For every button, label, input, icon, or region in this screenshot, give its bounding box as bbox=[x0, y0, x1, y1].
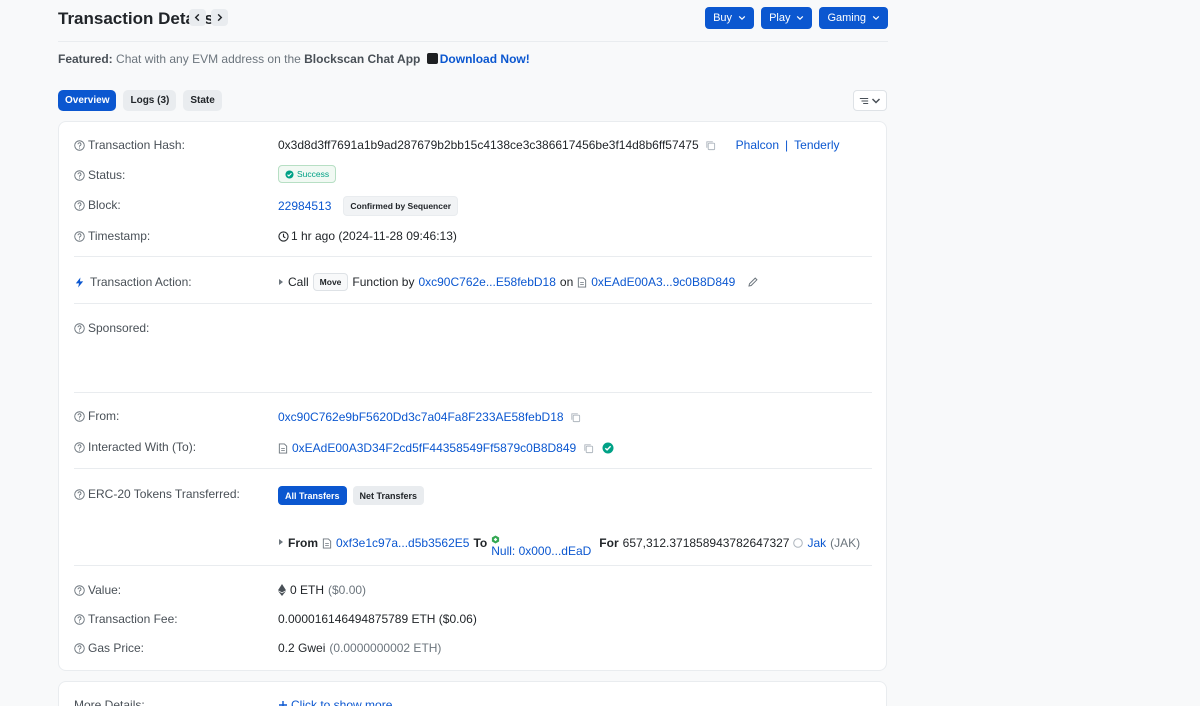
tenderly-link[interactable]: Tenderly bbox=[794, 138, 839, 152]
copy-icon[interactable] bbox=[570, 412, 581, 423]
tx-hash-row: 0x3d8d3ff7691a1b9ad287679b2bb15c4138ce3c… bbox=[278, 138, 840, 152]
divider bbox=[74, 256, 872, 257]
question-circle-icon bbox=[74, 584, 85, 596]
show-more-link[interactable]: Click to show more bbox=[278, 698, 392, 706]
all-transfers-pill[interactable]: All Transfers bbox=[278, 486, 347, 505]
question-circle-icon bbox=[74, 410, 85, 422]
contract-file-icon bbox=[322, 538, 332, 549]
action-contract-link[interactable]: 0xEAdE00A3...9c0B8D849 bbox=[591, 275, 735, 289]
verified-check-icon bbox=[602, 442, 614, 454]
block-number-link[interactable]: 22984513 bbox=[278, 199, 331, 213]
featured-banner: Featured: Chat with any EVM address on t… bbox=[58, 52, 530, 66]
prev-tx-button[interactable] bbox=[189, 9, 206, 26]
method-badge: Move bbox=[312, 273, 349, 291]
tx-hash-value: 0x3d8d3ff7691a1b9ad287679b2bb15c4138ce3c… bbox=[278, 138, 699, 152]
contract-file-icon bbox=[278, 442, 288, 454]
question-circle-icon bbox=[74, 139, 85, 151]
edit-pencil-icon[interactable] bbox=[747, 276, 759, 288]
divider bbox=[74, 392, 872, 393]
chevron-left-icon bbox=[194, 13, 200, 22]
chevron-right-icon bbox=[217, 13, 223, 22]
erc20-from-link[interactable]: 0xf3e1c97a...d5b3562E5 bbox=[336, 536, 469, 550]
buy-button[interactable]: Buy bbox=[705, 7, 755, 29]
erc20-label: ERC-20 Tokens Transferred: bbox=[74, 487, 240, 501]
chevron-down-icon bbox=[872, 15, 880, 21]
divider bbox=[74, 303, 872, 304]
erc20-amount: 657,312.371858943782647327 bbox=[622, 536, 790, 550]
null-address-icon bbox=[492, 535, 500, 544]
fee-row: 0.000016146494875789 ETH ($0.06) bbox=[278, 612, 477, 626]
fee-label: Transaction Fee: bbox=[74, 612, 178, 626]
net-transfers-pill[interactable]: Net Transfers bbox=[352, 486, 425, 505]
copy-icon[interactable] bbox=[583, 443, 594, 454]
next-tx-button[interactable] bbox=[211, 9, 228, 26]
divider bbox=[74, 565, 872, 566]
to-address-link[interactable]: 0xEAdE00A3D34F2cd5fF44358549Ff5879c0B8D8… bbox=[292, 441, 576, 455]
divider bbox=[74, 468, 872, 469]
value-row: 0 ETH ($0.00) bbox=[278, 583, 366, 597]
tab-overview[interactable]: Overview bbox=[58, 90, 117, 111]
action-from-link[interactable]: 0xc90C762e...E58febD18 bbox=[418, 275, 555, 289]
tx-action-row: Call Move Function by 0xc90C762e...E58fe… bbox=[278, 273, 759, 291]
status-row: Success bbox=[278, 165, 337, 183]
more-details-label: More Details: bbox=[74, 698, 145, 706]
value-label: Value: bbox=[74, 583, 121, 597]
sponsored-label: Sponsored: bbox=[74, 321, 149, 335]
caret-right-icon bbox=[279, 539, 283, 545]
sequencer-badge: Confirmed by Sequencer bbox=[343, 196, 458, 216]
tx-hash-label: Transaction Hash: bbox=[74, 138, 185, 152]
status-badge: Success bbox=[278, 165, 337, 183]
from-label: From: bbox=[74, 409, 119, 423]
erc20-transfer-row: From 0xf3e1c97a...d5b3562E5 To Null: 0x0… bbox=[278, 522, 860, 558]
question-circle-icon bbox=[74, 488, 85, 500]
list-filter-icon bbox=[859, 97, 869, 104]
play-button[interactable]: Play bbox=[761, 7, 813, 29]
gas-row: 0.2 Gwei (0.0000000002 ETH) bbox=[278, 641, 442, 655]
status-label: Status: bbox=[74, 168, 125, 182]
token-link[interactable]: Jak bbox=[807, 536, 826, 550]
plus-icon bbox=[279, 701, 287, 706]
chevron-down-icon bbox=[871, 97, 881, 104]
timestamp-row: 1 hr ago (2024-11-28 09:46:13) bbox=[278, 229, 457, 243]
block-label: Block: bbox=[74, 198, 121, 212]
from-row: 0xc90C762e9bF5620Dd3c7a04Fa8F233AE58febD… bbox=[278, 410, 581, 424]
chevron-down-icon bbox=[797, 15, 804, 21]
gas-label: Gas Price: bbox=[74, 641, 144, 655]
from-address-link[interactable]: 0xc90C762e9bF5620Dd3c7a04Fa8F233AE58febD… bbox=[278, 410, 564, 424]
timestamp-label: Timestamp: bbox=[74, 229, 150, 243]
question-circle-icon bbox=[74, 230, 85, 242]
phalcon-link[interactable]: Phalcon bbox=[736, 138, 779, 152]
to-label: Interacted With (To): bbox=[74, 440, 196, 454]
more-details-card bbox=[58, 681, 887, 706]
chevron-down-icon bbox=[738, 15, 746, 21]
overview-card bbox=[58, 121, 887, 671]
token-icon bbox=[793, 538, 804, 548]
question-circle-icon bbox=[74, 199, 85, 211]
question-circle-icon bbox=[74, 613, 85, 625]
page-header: Transaction Details Buy Play Gaming bbox=[58, 0, 888, 42]
tab-bar: Overview Logs (3) State bbox=[58, 90, 222, 111]
ethereum-icon bbox=[278, 584, 286, 596]
tab-state[interactable]: State bbox=[183, 90, 222, 111]
copy-icon[interactable] bbox=[705, 140, 716, 151]
blockscan-logo-icon bbox=[426, 53, 438, 64]
block-row: 22984513 Confirmed by Sequencer bbox=[278, 196, 458, 216]
gaming-button[interactable]: Gaming bbox=[819, 7, 888, 29]
contract-file-icon bbox=[578, 276, 587, 288]
erc20-filter: All Transfers Net Transfers bbox=[278, 486, 425, 505]
question-circle-icon bbox=[74, 169, 85, 181]
lightning-icon bbox=[75, 276, 84, 288]
check-circle-icon bbox=[285, 169, 294, 179]
erc20-to-link[interactable]: Null: 0x000...dEaD bbox=[491, 544, 591, 558]
view-options-dropdown[interactable] bbox=[853, 90, 887, 111]
question-circle-icon bbox=[74, 642, 85, 654]
question-circle-icon bbox=[74, 322, 85, 334]
download-now-link[interactable]: Download Now! bbox=[440, 52, 530, 66]
tx-action-label: Transaction Action: bbox=[74, 275, 192, 289]
question-circle-icon bbox=[74, 441, 85, 453]
to-row: 0xEAdE00A3D34F2cd5fF44358549Ff5879c0B8D8… bbox=[278, 441, 614, 455]
caret-right-icon bbox=[279, 279, 283, 285]
clock-icon bbox=[278, 230, 289, 242]
tab-logs[interactable]: Logs (3) bbox=[123, 90, 177, 111]
